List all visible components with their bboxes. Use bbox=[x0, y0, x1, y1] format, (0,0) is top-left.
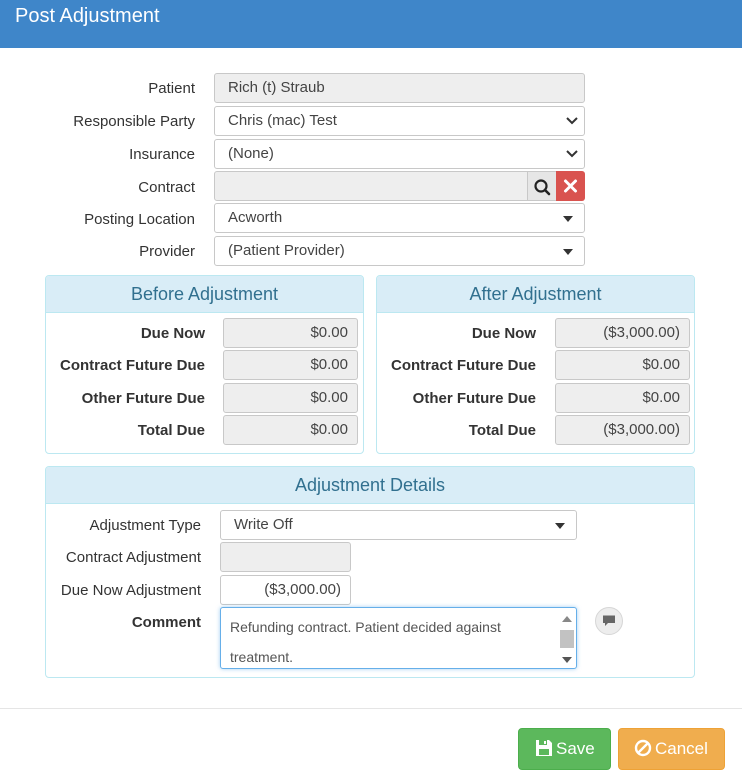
before-total-due-value: $0.00 bbox=[223, 415, 358, 445]
cancel-icon bbox=[634, 739, 652, 757]
posting-location-select[interactable]: Acworth bbox=[214, 203, 585, 233]
contract-clear-button[interactable] bbox=[556, 171, 585, 201]
before-contract-future-due-label: Contract Future Due bbox=[59, 357, 205, 374]
cancel-label: Cancel bbox=[655, 739, 708, 758]
contract-adjustment-label: Contract Adjustment bbox=[65, 549, 201, 566]
after-other-future-due-value: $0.00 bbox=[555, 383, 690, 413]
insurance-select[interactable]: (None) bbox=[214, 139, 585, 169]
due-now-adjustment-label: Due Now Adjustment bbox=[60, 582, 201, 599]
before-other-future-due-label: Other Future Due bbox=[81, 390, 205, 407]
insurance-label: Insurance bbox=[129, 146, 195, 163]
before-other-future-due-value: $0.00 bbox=[223, 383, 358, 413]
cancel-button[interactable]: Cancel bbox=[618, 728, 725, 770]
after-due-now-value: ($3,000.00) bbox=[555, 318, 690, 348]
scroll-down-icon[interactable] bbox=[562, 657, 572, 663]
contract-field[interactable] bbox=[214, 171, 528, 201]
scroll-up-icon[interactable] bbox=[562, 616, 572, 622]
responsible-party-value: Chris (mac) Test bbox=[228, 112, 337, 129]
provider-label: Provider bbox=[139, 243, 195, 260]
dialog-header: Post Adjustment bbox=[0, 0, 742, 48]
adjustment-type-label: Adjustment Type bbox=[89, 517, 201, 534]
responsible-party-label: Responsible Party bbox=[73, 113, 195, 130]
before-due-now-value: $0.00 bbox=[223, 318, 358, 348]
insurance-value: (None) bbox=[228, 145, 274, 162]
comment-icon bbox=[603, 615, 615, 626]
clear-icon bbox=[564, 179, 577, 193]
comment-scrollbar[interactable] bbox=[559, 611, 574, 667]
scroll-thumb[interactable] bbox=[560, 630, 574, 648]
save-icon bbox=[536, 740, 552, 756]
save-button[interactable]: Save bbox=[518, 728, 611, 770]
adjustment-details-title: Adjustment Details bbox=[46, 467, 694, 504]
comment-textarea[interactable]: Refunding contract. Patient decided agai… bbox=[220, 607, 577, 669]
comment-label: Comment bbox=[131, 614, 201, 631]
save-label: Save bbox=[556, 739, 595, 758]
chevron-down-icon bbox=[566, 117, 578, 125]
caret-down-icon bbox=[563, 216, 573, 222]
after-total-due-label: Total Due bbox=[468, 422, 536, 439]
patient-label: Patient bbox=[148, 80, 195, 97]
caret-down-icon bbox=[563, 249, 573, 255]
contract-label: Contract bbox=[138, 179, 195, 196]
before-total-due-label: Total Due bbox=[137, 422, 205, 439]
chevron-down-icon bbox=[566, 150, 578, 158]
after-due-now-label: Due Now bbox=[471, 325, 536, 342]
patient-field[interactable]: Rich (t) Straub bbox=[214, 73, 585, 103]
after-other-future-due-label: Other Future Due bbox=[412, 390, 536, 407]
before-contract-future-due-value: $0.00 bbox=[223, 350, 358, 380]
after-contract-future-due-label: Contract Future Due bbox=[390, 357, 536, 374]
contract-search-button[interactable] bbox=[527, 171, 556, 201]
caret-down-icon bbox=[555, 523, 565, 529]
adjustment-type-select[interactable]: Write Off bbox=[220, 510, 577, 540]
after-total-due-value: ($3,000.00) bbox=[555, 415, 690, 445]
search-icon bbox=[534, 179, 551, 196]
comment-text: Refunding contract. Patient decided agai… bbox=[230, 619, 501, 665]
due-now-adjustment-field[interactable]: ($3,000.00) bbox=[220, 575, 351, 605]
adjustment-type-value: Write Off bbox=[234, 516, 293, 533]
before-adjustment-title: Before Adjustment bbox=[46, 276, 363, 313]
responsible-party-select[interactable]: Chris (mac) Test bbox=[214, 106, 585, 136]
after-adjustment-title: After Adjustment bbox=[377, 276, 694, 313]
provider-select[interactable]: (Patient Provider) bbox=[214, 236, 585, 266]
after-contract-future-due-value: $0.00 bbox=[555, 350, 690, 380]
footer-divider bbox=[0, 708, 742, 709]
comment-button[interactable] bbox=[595, 607, 623, 635]
posting-location-value: Acworth bbox=[228, 209, 283, 226]
contract-adjustment-field[interactable] bbox=[220, 542, 351, 572]
dialog-title: Post Adjustment bbox=[15, 5, 160, 27]
provider-value: (Patient Provider) bbox=[228, 242, 345, 259]
before-due-now-label: Due Now bbox=[140, 325, 205, 342]
posting-location-label: Posting Location bbox=[84, 211, 195, 228]
